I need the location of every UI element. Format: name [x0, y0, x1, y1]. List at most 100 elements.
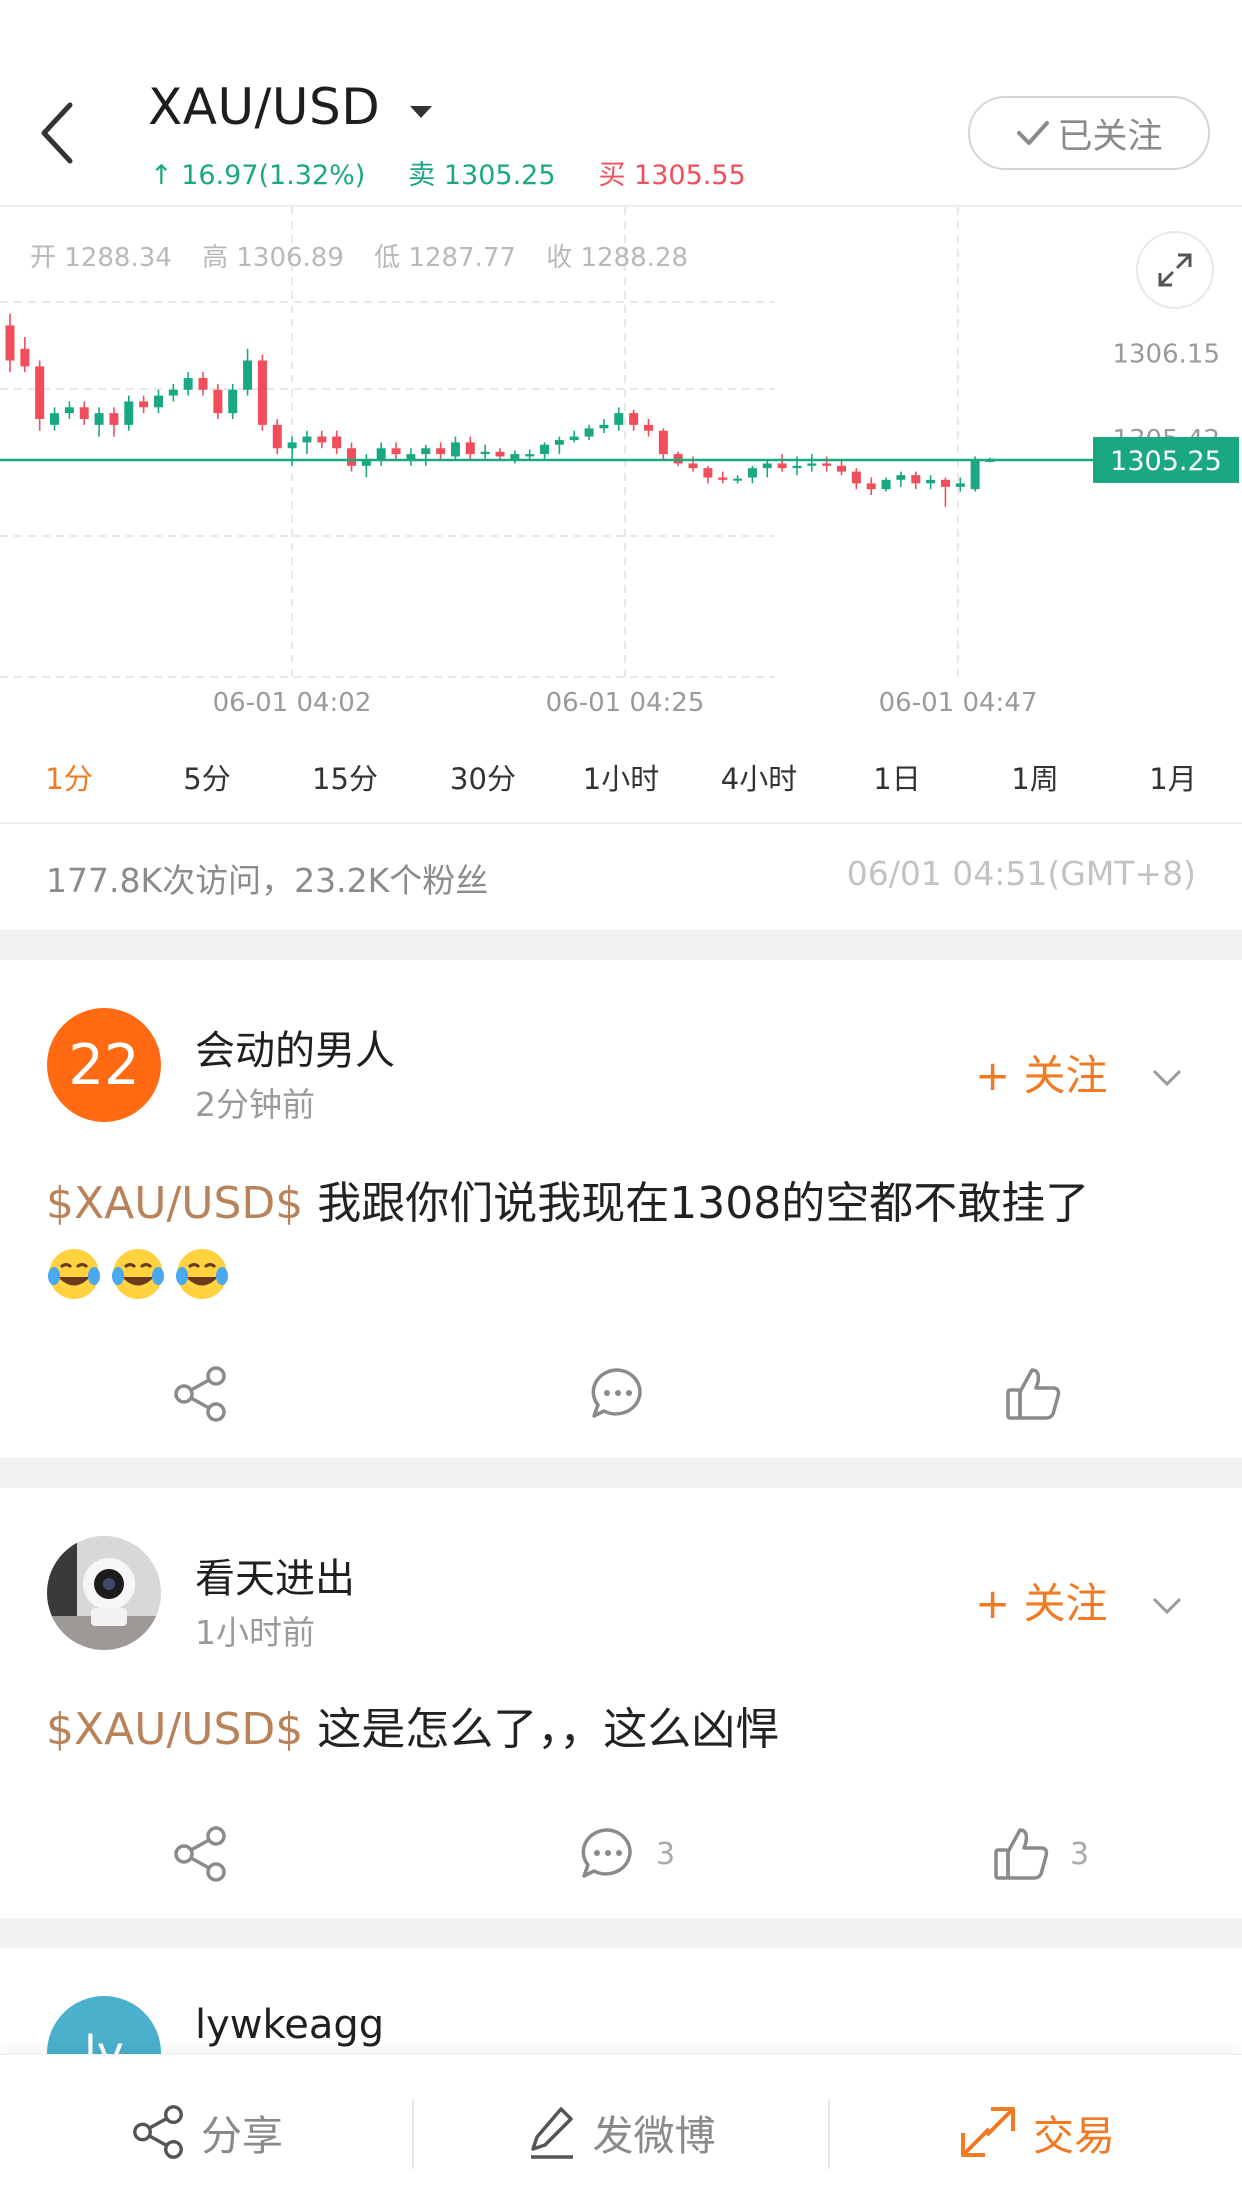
post-card: ly lywkeagg	[0, 1948, 1242, 2054]
comment-button[interactable]	[588, 1364, 648, 1424]
candle-body	[465, 442, 475, 455]
candle-body	[347, 448, 357, 466]
chevron-down-icon[interactable]	[1150, 1588, 1184, 1622]
share-tab[interactable]: 分享	[0, 2055, 412, 2208]
candle-body	[64, 407, 74, 414]
post-body: 这是怎么了，，这么凶悍	[317, 1704, 780, 1755]
candle-body	[153, 395, 163, 408]
post-content: $XAU/USD$ 我跟你们说我现在1308的空都不敢挂了	[46, 1168, 1196, 1240]
thumbs-up-icon	[1006, 1368, 1061, 1420]
caret-down-icon[interactable]	[410, 106, 432, 118]
period-tab[interactable]: 1分	[0, 738, 138, 820]
period-tab[interactable]: 1周	[966, 738, 1104, 820]
like-button[interactable]	[1004, 1364, 1064, 1424]
high-label: 高	[202, 243, 229, 273]
stats-bar: 177.8K次访问，23.2K个粉丝 06/01 04:51(GMT+8)	[0, 822, 1242, 930]
candle-body	[302, 436, 312, 443]
check-icon	[1017, 121, 1050, 145]
chart-canvas: 1306.151305.421305.2506-01 04:0206-01 04…	[0, 207, 1239, 718]
candle-body	[851, 471, 861, 484]
username[interactable]: 看天进出	[195, 1546, 355, 1604]
low-label: 低	[374, 243, 401, 273]
follow-button[interactable]: + 关注	[975, 1042, 1108, 1103]
comment-icon	[581, 1828, 632, 1878]
avatar[interactable]: ly	[47, 1996, 161, 2054]
symbol-tag[interactable]: $XAU/USD$	[46, 1704, 303, 1755]
avatar[interactable]: 22	[47, 1008, 161, 1122]
trade-label: 交易	[1033, 2112, 1115, 2160]
period-tab[interactable]: 1日	[828, 738, 966, 820]
candle-body	[421, 448, 431, 455]
face-with-tears-of-joy-icon	[176, 1249, 228, 1299]
like-button[interactable]: 3	[992, 1824, 1089, 1884]
candle-body	[525, 454, 535, 457]
share-button[interactable]	[170, 1364, 230, 1424]
candlestick-chart[interactable]: 1306.151305.421305.2506-01 04:0206-01 04…	[0, 205, 1242, 725]
buy-price: 1305.55	[634, 160, 746, 191]
period-tab[interactable]: 4小时	[690, 738, 828, 820]
candle-body	[139, 401, 149, 408]
followed-button[interactable]: 已关注	[968, 96, 1210, 170]
candle-body	[540, 444, 550, 455]
chevron-down-icon[interactable]	[1150, 1060, 1184, 1094]
share-button[interactable]	[170, 1824, 230, 1884]
username[interactable]: 会动的男人	[195, 1018, 395, 1076]
candle-body	[168, 389, 178, 396]
candle-body	[866, 483, 876, 490]
symbol-title[interactable]: XAU/USD	[148, 78, 380, 136]
candle-body	[703, 468, 713, 478]
follow-button[interactable]: + 关注	[975, 1570, 1108, 1631]
period-tab[interactable]: 15分	[276, 738, 414, 820]
pencil-icon	[530, 2107, 573, 2159]
candle-body	[955, 483, 965, 487]
header: XAU/USD ↑ 16.97(1.32%) 卖 1305.25 买 1305.…	[0, 0, 1242, 205]
username[interactable]: lywkeagg	[195, 2002, 384, 2048]
timestamp: 06/01 04:51(GMT+8)	[846, 854, 1196, 893]
candle-body	[584, 428, 594, 437]
candle-body	[198, 378, 208, 390]
bottom-action-bar: 分享 发微博 交易	[0, 2054, 1242, 2208]
post-time: 2分钟前	[195, 1085, 315, 1124]
followed-label: 已关注	[1057, 116, 1163, 157]
symbol-tag[interactable]: $XAU/USD$	[46, 1178, 303, 1229]
period-tab[interactable]: 30分	[414, 738, 552, 820]
candle-body	[94, 413, 104, 425]
candle-body	[317, 436, 327, 443]
period-tab[interactable]: 1小时	[552, 738, 690, 820]
candle-body	[213, 389, 223, 414]
time-tick-label: 06-01 04:02	[213, 688, 372, 718]
face-with-tears-of-joy-icon	[112, 1249, 164, 1299]
back-button[interactable]	[30, 95, 90, 171]
candle-body	[718, 477, 728, 480]
candle-body	[807, 463, 817, 466]
high-value: 1306.89	[236, 243, 344, 273]
candle-body	[926, 479, 936, 484]
candle-body	[733, 478, 743, 481]
comment-button[interactable]: 3	[578, 1824, 675, 1884]
candle-body	[777, 463, 787, 469]
period-tab[interactable]: 5分	[138, 738, 276, 820]
price-change: ↑ 16.97(1.32%)	[150, 160, 366, 191]
emoji-row	[46, 1246, 230, 1302]
post-content: $XAU/USD$ 这是怎么了，，这么凶悍	[46, 1694, 1196, 1766]
candle-body	[792, 465, 802, 469]
candle-body	[896, 475, 906, 480]
candle-body	[376, 448, 386, 460]
thumbs-up-icon	[994, 1828, 1049, 1880]
current-price-label: 1305.25	[1110, 446, 1222, 477]
post-weibo-tab[interactable]: 发微博	[414, 2055, 828, 2208]
candle-body	[5, 325, 15, 361]
candle-body	[569, 436, 579, 441]
share-icon	[133, 2105, 183, 2159]
candle-body	[837, 465, 847, 472]
candle-body	[124, 401, 134, 425]
candle-body	[643, 424, 653, 431]
candle-body	[332, 436, 342, 449]
post-body: 我跟你们说我现在1308的空都不敢挂了	[317, 1178, 1090, 1229]
period-tabs: 1分 5分 15分 30分 1小时 4小时 1日 1周 1月	[0, 738, 1242, 820]
trade-tab[interactable]: 交易	[830, 2055, 1242, 2208]
fullscreen-button[interactable]	[1136, 231, 1214, 309]
period-tab[interactable]: 1月	[1104, 738, 1242, 820]
avatar[interactable]	[47, 1536, 161, 1650]
expand-icon	[1158, 253, 1192, 287]
